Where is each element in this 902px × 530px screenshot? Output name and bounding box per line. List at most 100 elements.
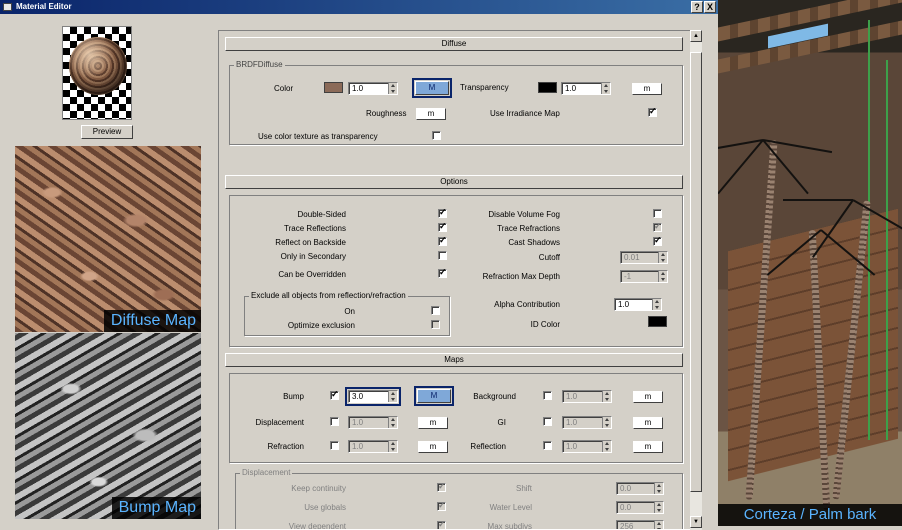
background-map-button[interactable]: m (633, 391, 663, 403)
maps-group: Bump 3.0 M Displacement 1.0 m Refraction… (229, 373, 683, 463)
spinner-arrows-icon[interactable] (388, 417, 397, 428)
roughness-label: Roughness (366, 109, 406, 118)
use-irradiance-map-label: Use Irradiance Map (490, 109, 560, 118)
displacement-group-label: Displacement (240, 468, 292, 477)
brdf-diffuse-group: BRDFDiffuse Color 1.0 M Transparency 1.0… (229, 65, 683, 145)
can-be-overridden-checkbox[interactable] (438, 269, 447, 278)
spinner-arrows-icon[interactable] (602, 417, 611, 428)
water-level-spinner[interactable]: 0.0 (616, 501, 664, 514)
refraction-map-button[interactable]: m (418, 441, 448, 453)
cast-shadows-checkbox[interactable] (653, 237, 662, 246)
spinner-arrows-icon[interactable] (388, 441, 397, 452)
id-color-swatch[interactable] (648, 316, 667, 327)
alpha-contribution-spinner[interactable]: 1.0 (614, 298, 662, 311)
keep-continuity-label: Keep continuity (246, 484, 346, 493)
spinner-arrows-icon[interactable] (658, 252, 667, 263)
background-amount-spinner[interactable]: 1.0 (562, 390, 612, 403)
color-map-button[interactable]: M (415, 81, 449, 95)
bump-map-thumbnail: Bump Map (15, 333, 201, 519)
bump-checkbox[interactable] (330, 391, 339, 400)
background-checkbox[interactable] (543, 391, 552, 400)
keep-continuity-checkbox[interactable] (437, 483, 446, 492)
use-irradiance-map-checkbox[interactable] (648, 108, 657, 117)
use-globals-checkbox[interactable] (437, 502, 446, 511)
displacement-checkbox[interactable] (330, 417, 339, 426)
preview-button[interactable]: Preview (81, 125, 133, 139)
shift-spinner[interactable]: 0.0 (616, 482, 664, 495)
spinner-arrows-icon[interactable] (388, 391, 397, 402)
help-button[interactable]: ? (691, 1, 703, 13)
scene-caption: Corteza / Palm bark (718, 504, 902, 526)
double-sided-checkbox[interactable] (438, 209, 447, 218)
material-editor-window: Preview Diffuse Map Bump Map Diffuse BRD… (0, 14, 718, 526)
app-icon (3, 3, 12, 11)
exclude-on-label: On (275, 307, 355, 316)
bump-amount-spinner[interactable]: 3.0 (348, 390, 398, 403)
bump-label: Bump (240, 392, 304, 401)
trace-refractions-checkbox[interactable] (653, 223, 662, 232)
displacement-map-button[interactable]: m (418, 417, 448, 429)
color-label: Color (274, 84, 293, 93)
spinner-arrows-icon[interactable] (654, 502, 663, 513)
gi-amount-spinner[interactable]: 1.0 (562, 416, 612, 429)
spinner-arrows-icon[interactable] (601, 83, 610, 94)
scroll-up-icon[interactable]: ▲ (690, 30, 702, 42)
reflection-checkbox[interactable] (543, 441, 552, 450)
maps-section-header[interactable]: Maps (225, 353, 683, 367)
spinner-arrows-icon[interactable] (602, 391, 611, 402)
gi-map-button[interactable]: m (633, 417, 663, 429)
cutoff-label: Cutoff (470, 253, 560, 262)
max-subdivs-spinner[interactable]: 256 (616, 520, 664, 530)
color-swatch[interactable] (324, 82, 343, 93)
use-globals-label: Use globals (246, 503, 346, 512)
transparency-map-button[interactable]: m (632, 83, 662, 95)
shift-label: Shift (456, 484, 532, 493)
close-button[interactable]: X (704, 1, 716, 13)
diffuse-map-thumbnail: Diffuse Map (15, 146, 201, 332)
color-multiplier-spinner[interactable]: 1.0 (348, 82, 398, 95)
scroll-down-icon[interactable]: ▼ (690, 516, 702, 528)
diffuse-section-header[interactable]: Diffuse (225, 37, 683, 51)
spinner-arrows-icon[interactable] (602, 441, 611, 452)
reflection-amount-spinner[interactable]: 1.0 (562, 440, 612, 453)
max-subdivs-label: Max subdivs (456, 522, 532, 530)
trace-reflections-label: Trace Reflections (246, 224, 346, 233)
exclude-objects-group-label: Exclude all objects from reflection/refr… (249, 291, 408, 300)
view-dependent-label: View dependent (246, 522, 346, 530)
exclude-on-checkbox[interactable] (431, 306, 440, 315)
refraction-checkbox[interactable] (330, 441, 339, 450)
gi-checkbox[interactable] (543, 417, 552, 426)
refraction-max-depth-spinner[interactable]: -1 (620, 270, 668, 283)
reflect-on-backside-label: Reflect on Backside (246, 238, 346, 247)
spinner-arrows-icon[interactable] (658, 271, 667, 282)
refraction-max-depth-label: Refraction Max Depth (470, 272, 560, 281)
transparency-swatch[interactable] (538, 82, 557, 93)
bamboo-stalk (868, 20, 870, 440)
can-be-overridden-label: Can be Overridden (246, 270, 346, 279)
spinner-arrows-icon[interactable] (388, 83, 397, 94)
disable-volume-fog-checkbox[interactable] (653, 209, 662, 218)
options-section-header[interactable]: Options (225, 175, 683, 189)
palm-frond (783, 199, 853, 201)
reflect-on-backside-checkbox[interactable] (438, 237, 447, 246)
displacement-amount-spinner[interactable]: 1.0 (348, 416, 398, 429)
panel-scrollbar[interactable]: ▲ ▼ (690, 30, 702, 530)
brdf-diffuse-group-label: BRDFDiffuse (234, 60, 285, 69)
render-preview-image: Corteza / Palm bark (718, 0, 902, 526)
scroll-thumb[interactable] (690, 52, 702, 492)
spinner-arrows-icon[interactable] (654, 483, 663, 494)
refraction-amount-spinner[interactable]: 1.0 (348, 440, 398, 453)
trace-reflections-checkbox[interactable] (438, 223, 447, 232)
use-color-texture-transparency-checkbox[interactable] (432, 131, 441, 140)
reflection-map-button[interactable]: m (633, 441, 663, 453)
only-in-secondary-checkbox[interactable] (438, 251, 447, 260)
bamboo-stalk (886, 60, 888, 440)
optimize-exclusion-checkbox[interactable] (431, 320, 440, 329)
bump-map-button[interactable]: M (417, 389, 451, 403)
spinner-arrows-icon[interactable] (652, 299, 661, 310)
roughness-map-button[interactable]: m (416, 108, 446, 120)
id-color-label: ID Color (470, 320, 560, 329)
displacement-group: Displacement Keep continuity Use globals… (235, 473, 683, 530)
transparency-multiplier-spinner[interactable]: 1.0 (561, 82, 611, 95)
cutoff-spinner[interactable]: 0.01 (620, 251, 668, 264)
